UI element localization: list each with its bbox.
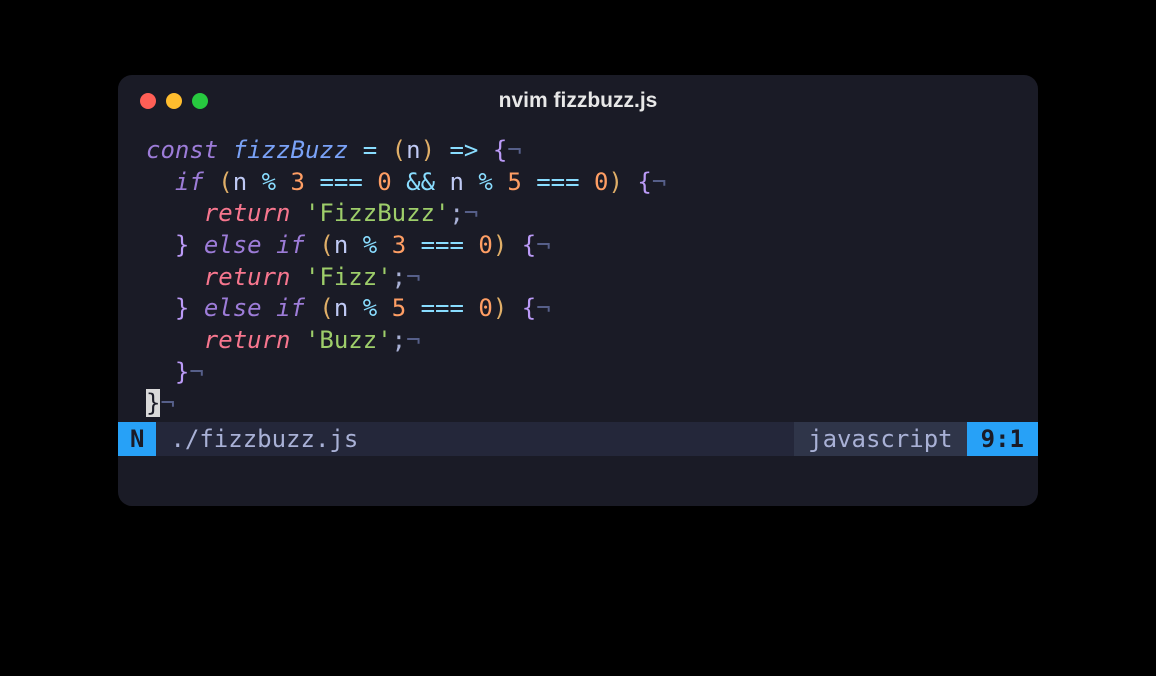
operator-and: &&: [406, 168, 435, 196]
string-fizz: Fizz: [319, 263, 377, 291]
mode-indicator: N: [118, 422, 156, 456]
var-n: n: [334, 294, 348, 322]
eol-icon: ¬: [160, 389, 174, 417]
operator-mod: %: [262, 168, 276, 196]
eol-icon: ¬: [464, 199, 478, 227]
quote-close: ': [435, 199, 449, 227]
keyword-return: return: [204, 199, 291, 227]
operator-eqeqeq: ===: [536, 168, 579, 196]
semicolon: ;: [392, 263, 406, 291]
eol-icon: ¬: [536, 294, 550, 322]
semicolon: ;: [449, 199, 463, 227]
number-5: 5: [392, 294, 406, 322]
eol-icon: ¬: [189, 358, 203, 386]
minimize-icon[interactable]: [166, 93, 182, 109]
arrow: =>: [449, 136, 478, 164]
keyword-else: else: [204, 294, 262, 322]
number-0: 0: [377, 168, 391, 196]
quote-open: ': [305, 326, 319, 354]
code-line: } else if (n % 5 === 0) {¬: [146, 293, 1038, 325]
code-line: return 'Fizz';¬: [146, 262, 1038, 294]
code-line: }¬: [146, 357, 1038, 389]
paren-close: ): [609, 168, 623, 196]
number-0: 0: [478, 231, 492, 259]
operator-eqeqeq: ===: [421, 231, 464, 259]
keyword-const: const: [146, 136, 218, 164]
maximize-icon[interactable]: [192, 93, 208, 109]
number-3: 3: [291, 168, 305, 196]
eol-icon: ¬: [406, 263, 420, 291]
function-name: fizzBuzz: [233, 136, 349, 164]
code-line: return 'FizzBuzz';¬: [146, 198, 1038, 230]
paren-close: ): [421, 136, 435, 164]
string-buzz: Buzz: [319, 326, 377, 354]
keyword-return: return: [204, 263, 291, 291]
eol-icon: ¬: [406, 326, 420, 354]
eol-icon: ¬: [536, 231, 550, 259]
cursor: }: [146, 389, 160, 417]
string-fizzbuzz: FizzBuzz: [319, 199, 435, 227]
terminal-window: nvim fizzbuzz.js const fizzBuzz = (n) =>…: [118, 75, 1038, 506]
quote-open: ': [305, 263, 319, 291]
var-n: n: [334, 231, 348, 259]
operator-mod: %: [363, 231, 377, 259]
operator-eqeqeq: ===: [319, 168, 362, 196]
code-line: return 'Buzz';¬: [146, 325, 1038, 357]
quote-close: ': [377, 263, 391, 291]
brace-open: {: [522, 231, 536, 259]
eol-icon: ¬: [507, 136, 521, 164]
operator-eqeqeq: ===: [421, 294, 464, 322]
keyword-if: if: [276, 231, 305, 259]
keyword-else: else: [204, 231, 262, 259]
number-0: 0: [594, 168, 608, 196]
editor[interactable]: const fizzBuzz = (n) => {¬ if (n % 3 ===…: [118, 123, 1038, 420]
brace-close: }: [175, 294, 189, 322]
code-line-cursor: }¬: [118, 388, 175, 420]
paren-open: (: [218, 168, 232, 196]
keyword-if: if: [175, 168, 204, 196]
number-5: 5: [507, 168, 521, 196]
var-n: n: [450, 168, 464, 196]
brace-open: {: [637, 168, 651, 196]
cursor-position: 9:1: [967, 422, 1038, 456]
quote-close: ': [377, 326, 391, 354]
paren-open: (: [319, 294, 333, 322]
brace-close: }: [175, 358, 189, 386]
operator-mod: %: [478, 168, 492, 196]
close-icon[interactable]: [140, 93, 156, 109]
operator-eq: =: [363, 136, 377, 164]
param-n: n: [406, 136, 420, 164]
paren-open: (: [319, 231, 333, 259]
traffic-lights: [140, 93, 208, 109]
semicolon: ;: [392, 326, 406, 354]
quote-open: ': [305, 199, 319, 227]
brace-open: {: [522, 294, 536, 322]
titlebar: nvim fizzbuzz.js: [118, 75, 1038, 123]
code-line: } else if (n % 3 === 0) {¬: [146, 230, 1038, 262]
keyword-return: return: [204, 326, 291, 354]
number-0: 0: [478, 294, 492, 322]
number-3: 3: [392, 231, 406, 259]
filetype: javascript: [794, 422, 967, 456]
eol-icon: ¬: [652, 168, 666, 196]
code-line: if (n % 3 === 0 && n % 5 === 0) {¬: [146, 167, 1038, 199]
code-line: const fizzBuzz = (n) => {¬: [146, 135, 1038, 167]
window-title: nvim fizzbuzz.js: [499, 89, 658, 113]
paren-close: ): [493, 231, 507, 259]
statusline: N ./fizzbuzz.js javascript 9:1: [118, 422, 1038, 456]
keyword-if: if: [276, 294, 305, 322]
paren-close: ): [493, 294, 507, 322]
filename: ./fizzbuzz.js: [156, 422, 794, 456]
paren-open: (: [392, 136, 406, 164]
operator-mod: %: [363, 294, 377, 322]
brace-open: {: [493, 136, 507, 164]
window-padding: [118, 456, 1038, 506]
var-n: n: [233, 168, 247, 196]
brace-close: }: [175, 231, 189, 259]
